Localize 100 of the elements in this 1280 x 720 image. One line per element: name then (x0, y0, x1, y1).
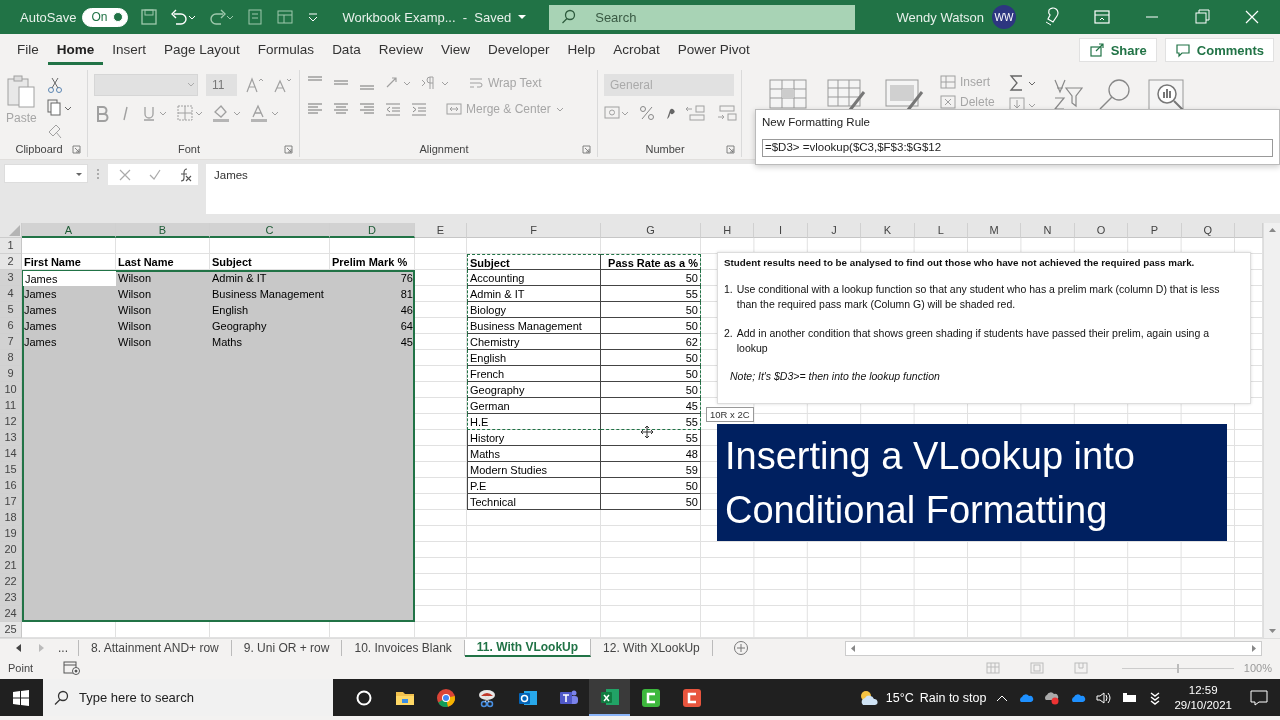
more-sheets-button[interactable]: ... (58, 640, 79, 656)
zoom-slider-thumb[interactable] (1176, 663, 1179, 673)
clock-date[interactable]: 29/10/2021 (1174, 697, 1232, 713)
column-header[interactable]: H (701, 223, 755, 238)
table-cell[interactable]: 46 (330, 302, 415, 318)
table-cell[interactable]: Admin & IT (210, 270, 330, 286)
row-header[interactable]: 16 (0, 478, 22, 494)
share-button[interactable]: Share (1078, 38, 1157, 62)
column-header[interactable]: K (861, 223, 915, 238)
cloud-icon[interactable] (1018, 691, 1035, 704)
table-cell[interactable]: Business Management (467, 318, 601, 334)
column-header[interactable]: I (754, 223, 808, 238)
table-cell[interactable]: History (467, 430, 601, 446)
menu-tab[interactable]: Page Layout (155, 35, 249, 65)
cloud-icon[interactable] (1070, 691, 1087, 704)
row-header[interactable]: 13 (0, 430, 22, 446)
table-cell[interactable]: Geography (210, 318, 330, 334)
redo-icon[interactable] (208, 8, 235, 26)
table-cell[interactable]: French (467, 366, 601, 382)
sheet-tab[interactable]: 11. With VLookUp (464, 639, 592, 657)
column-header[interactable]: E (415, 223, 467, 238)
table-cell[interactable]: 81 (330, 286, 415, 302)
row-header[interactable]: 12 (0, 414, 22, 430)
table-icon[interactable] (276, 8, 295, 26)
row-header[interactable]: 25 (0, 622, 22, 638)
table-cell[interactable]: Biology (467, 302, 601, 318)
table-cell[interactable]: 45 (330, 334, 415, 350)
row-header[interactable]: 23 (0, 590, 22, 606)
table-cell[interactable]: James (22, 286, 116, 302)
table-cell[interactable]: 50 (601, 366, 701, 382)
browser-icon[interactable] (434, 686, 457, 709)
weather-text[interactable]: Rain to stop (919, 690, 987, 705)
row-header[interactable]: 3 (0, 270, 22, 286)
table-cell[interactable]: 76 (330, 270, 415, 286)
macro-record-icon[interactable] (63, 661, 82, 675)
table-cell[interactable]: Wilson (116, 318, 210, 334)
column-header[interactable]: P (1128, 223, 1182, 238)
speaker-icon[interactable] (1096, 690, 1113, 705)
row-header[interactable]: 20 (0, 542, 22, 558)
table-cell[interactable]: German (467, 398, 601, 414)
row-header[interactable]: 7 (0, 334, 22, 350)
video-editor-app-icon[interactable] (680, 686, 703, 709)
column-header[interactable]: L (914, 223, 968, 238)
scroll-left-icon[interactable] (849, 643, 856, 653)
table-cell[interactable]: 62 (601, 334, 701, 350)
table-cell[interactable]: 48 (601, 446, 701, 462)
table-cell[interactable]: 50 (601, 494, 701, 510)
notification-icon[interactable] (1250, 689, 1268, 706)
cloud-error-icon[interactable] (1044, 690, 1061, 705)
row-header[interactable]: 24 (0, 606, 22, 622)
row-header[interactable]: 8 (0, 350, 22, 366)
sheet-tab[interactable]: 8. Attainment AND+ row (79, 640, 232, 656)
comments-button[interactable]: Comments (1164, 38, 1274, 62)
table-cell[interactable]: Chemistry (467, 334, 601, 350)
table-cell[interactable]: Maths (467, 446, 601, 462)
clock-time[interactable]: 12:59 (1188, 682, 1218, 698)
autosave-toggle[interactable]: On (82, 7, 129, 27)
row-header[interactable]: 15 (0, 462, 22, 478)
vertical-scrollbar[interactable] (1263, 223, 1280, 638)
table-cell[interactable]: Wilson (116, 334, 210, 350)
row-header[interactable]: 18 (0, 510, 22, 526)
table-cell[interactable]: Admin & IT (467, 286, 601, 302)
scroll-up-icon[interactable] (1267, 227, 1277, 233)
column-header[interactable]: A (22, 223, 116, 238)
table-cell[interactable]: Pass Rate as a % (601, 254, 701, 270)
temperature[interactable]: 15°C (885, 690, 914, 705)
column-header[interactable]: M (967, 223, 1022, 238)
table-cell[interactable]: 50 (601, 270, 701, 286)
table-cell[interactable]: Wilson (116, 270, 210, 286)
table-cell[interactable]: 55 (601, 430, 701, 446)
table-cell[interactable]: Maths (210, 334, 330, 350)
table-cell[interactable]: Accounting (467, 270, 601, 286)
column-header[interactable]: Q (1181, 223, 1235, 238)
search-field[interactable]: Search (549, 4, 856, 30)
document-title[interactable]: Workbook Examp... - Saved (342, 9, 512, 25)
enter-icon[interactable] (148, 167, 162, 182)
windows-start-icon[interactable] (12, 688, 30, 707)
column-header[interactable]: O (1074, 223, 1129, 238)
table-cell[interactable]: James (22, 334, 116, 350)
table-cell[interactable]: First Name (22, 254, 116, 270)
row-header[interactable]: 10 (0, 382, 22, 398)
row-header[interactable]: 14 (0, 446, 22, 462)
column-header[interactable]: F (467, 223, 601, 238)
menu-tab[interactable]: View (431, 35, 479, 65)
row-header[interactable]: 1 (0, 238, 22, 254)
form-icon[interactable] (246, 8, 265, 26)
menu-tab[interactable]: Data (323, 35, 370, 65)
row-header[interactable]: 17 (0, 494, 22, 510)
table-cell[interactable]: 45 (601, 398, 701, 414)
scroll-right-icon[interactable] (1251, 643, 1257, 653)
taskbar-search-field[interactable]: Type here to search (43, 679, 333, 716)
horizontal-scrollbar[interactable] (844, 640, 1262, 656)
scroll-down-icon[interactable] (1267, 628, 1277, 634)
sheet-tab[interactable]: 9. Uni OR + row (231, 640, 343, 656)
table-cell[interactable]: James (22, 302, 116, 318)
menu-tab[interactable]: Formulas (248, 35, 324, 65)
table-cell[interactable]: 59 (601, 462, 701, 478)
table-cell[interactable]: Subject (467, 254, 601, 270)
table-cell[interactable]: 55 (601, 414, 701, 430)
row-header[interactable]: 9 (0, 366, 22, 382)
